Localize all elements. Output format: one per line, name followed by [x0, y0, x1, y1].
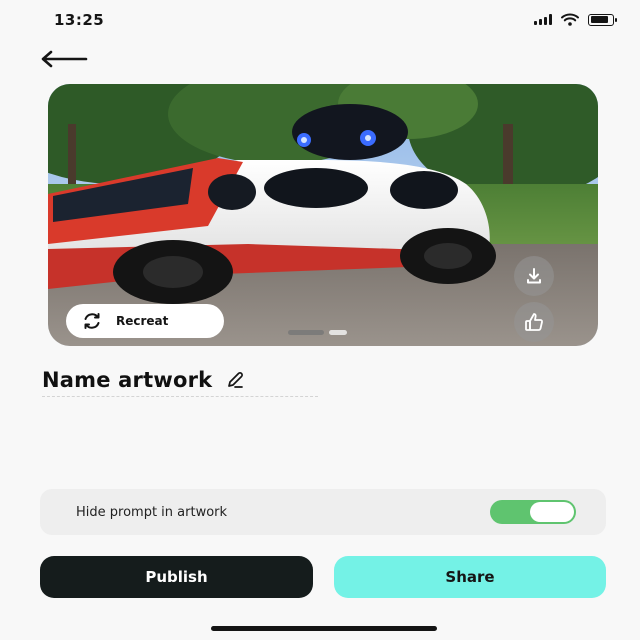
wifi-icon [561, 13, 579, 26]
home-indicator [211, 626, 437, 631]
name-artwork-field[interactable]: Name artwork [42, 368, 244, 392]
recreate-label: Recreat [116, 314, 169, 328]
battery-icon [588, 13, 617, 26]
carousel-dot[interactable] [329, 330, 347, 335]
status-time: 13:25 [54, 11, 105, 29]
back-button[interactable] [40, 44, 90, 74]
hide-prompt-row: Hide prompt in artwork [40, 489, 606, 535]
carousel-dot-active[interactable] [288, 330, 324, 335]
hide-prompt-toggle[interactable] [490, 500, 576, 524]
pencil-icon[interactable] [226, 371, 244, 389]
status-icons [534, 13, 617, 26]
download-icon [527, 268, 541, 284]
artwork-name[interactable]: Name artwork [42, 368, 212, 392]
name-underline [42, 396, 318, 397]
hide-prompt-label: Hide prompt in artwork [76, 504, 228, 520]
artwork-image[interactable]: Recreat [48, 84, 598, 346]
recreate-button[interactable]: Recreat [66, 304, 224, 338]
share-button[interactable]: Share [334, 556, 606, 598]
screen: 13:25 Recreat Name artwork Hide prompt i… [0, 0, 640, 640]
toggle-knob [530, 502, 574, 522]
thumbs-up-icon [525, 313, 543, 331]
publish-button[interactable]: Publish [40, 556, 313, 598]
like-button[interactable] [514, 302, 554, 342]
carousel-indicator [288, 330, 347, 335]
download-button[interactable] [514, 256, 554, 296]
signal-icon [534, 14, 552, 25]
arrow-left-icon [41, 50, 88, 68]
refresh-icon [84, 313, 100, 329]
